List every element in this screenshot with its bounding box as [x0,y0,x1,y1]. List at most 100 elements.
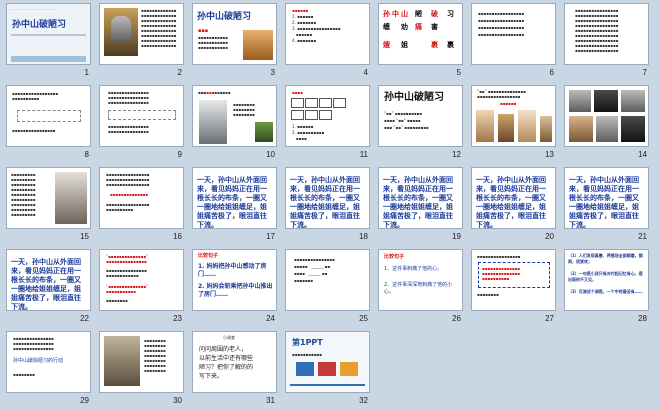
slide-title: 孙中山破陋习 [197,12,252,22]
slide-cell[interactable]: 孙中山破陋习 “▪▪” ▪▪▪▪▪▪▪▪▪▪ ▪▪▪▪ “▪▪” ▪▪▪▪▪ ▪▪▪… [378,85,463,159]
slide-cell[interactable]: 小调查 问问周围的老人， 以前生活中还有哪些 陋习？把你了解的的 写下来。 31 [192,331,277,405]
slide-title: 孙中山破陋习 [384,92,444,103]
slide-cell[interactable]: ▪▪▪▪▪▪▪▪▪▪▪▪▪▪▪▪ ▪▪▪▪▪▪▪▪▪▪▪▪▪▪ ▪▪▪▪▪▪▪▪▪… [471,249,556,323]
slide-cell[interactable]: 一天，孙中山从外面回来，看见妈妈正在用一根长长的布条，一圈又一圈地给姐姐缠足，姐… [285,167,370,241]
slide-thumbnail[interactable]: ▪▪▪▪▪▪▪▪▪▪▪▪▪▪▪▪▪▪▪▪▪▪▪▪▪▪▪▪▪▪▪▪▪▪▪▪▪▪▪▪… [99,3,184,65]
slide-cell[interactable]: 一天，孙中山从外面回来，看见妈妈正在用一根长长的布条，一圈又一圈地给姐姐缠足，姐… [378,167,463,241]
slide-cell[interactable]: ……………………………… 孙中山破陋习 1 [6,3,91,77]
slide-thumbnail[interactable]: 第1PPT ▪▪▪▪▪▪▪▪▪▪▪ [285,331,370,393]
slide-cell[interactable]: ▪▪▪▪▪▪▪▪▪▪▪▪▪▪▪▪▪▪▪▪▪▪▪▪▪▪▪▪▪▪▪▪▪▪▪▪▪▪▪▪… [471,3,556,77]
slide-cell[interactable]: ▪▪▪▪▪▪▪▪▪▪▪▪▪▪▪▪▪▪▪▪▪▪▪▪▪▪▪▪▪▪▪▪▪▪▪▪▪▪▪▪… [564,3,649,77]
slide-cell[interactable]: 孙 中 山 陋 破 习 缠 劝 痛 害 嫂 姐 裹 裹 5 [378,3,463,77]
slide-number: 24 [266,314,275,323]
slide-cell[interactable]: 第1PPT ▪▪▪▪▪▪▪▪▪▪▪ 32 [285,331,370,405]
slide-thumbnail[interactable]: 一天，孙中山从外面回来，看见妈妈正在用一根长长的布条，一圈又一圈地给姐姐缠足，姐… [6,249,91,311]
slide-number: 17 [266,232,275,241]
slide-thumbnail[interactable]: ▪▪▪▪▪▪▪▪▪▪▪▪▪▪▪ ▪▪▪▪▪ ______ ▪▪ ▪▪▪▪ _____… [285,249,370,311]
slide-thumbnail[interactable]: 一天，孙中山从外面回来，看见妈妈正在用一根长长的布条，一圈又一圈地给姐姐缠足，姐… [471,167,556,229]
slide-thumbnail[interactable]: ▪▪▪▪▪▪▪▪▪▪▪▪▪▪▪▪▪▪▪▪▪▪▪▪▪▪▪▪▪▪▪▪▪▪▪▪▪▪▪▪… [99,331,184,393]
slide-thumbnail[interactable] [564,85,649,147]
slide-thumbnail[interactable]: ▪▪▪▪▪▪▪▪▪▪▪▪▪▪▪▪▪▪▪▪▪▪▪▪▪▪▪▪▪▪▪▪▪▪▪▪▪▪▪▪… [471,3,556,65]
slide-cell[interactable]: “▪▪▪▪▪▪▪▪▪▪▪▪▪▪” ▪▪▪▪▪▪▪▪▪▪▪▪▪▪▪ ▪▪▪▪▪▪▪▪… [99,249,184,323]
slide-thumbnail[interactable]: ▪▪▪▪▪▪▪▪▪▪▪▪▪▪▪▪ ▪▪▪▪▪▪▪▪▪▪▪▪▪▪ ▪▪▪▪▪▪▪▪▪… [471,249,556,311]
slide-thumbnail[interactable]: 比较句子 1、这件事刺痛了他的心。 2、这件事深深地刺痛了他的小心。 [378,249,463,311]
slide-number: 22 [80,314,89,323]
slide-cell[interactable]: 孙中山破陋习 ▪▪▪ ▪▪▪▪▪▪▪▪▪▪▪ ▪▪▪▪▪▪▪▪▪▪▪ ▪▪▪▪▪▪▪… [192,3,277,77]
slide-cell[interactable]: ▪▪▪▪▪▪▪▪▪▪▪▪ ▪▪▪▪▪▪▪▪ ▪▪▪▪▪▪▪▪ ▪▪▪▪▪▪▪▪ 10 [192,85,277,159]
slide-cell[interactable]: （1）人们发现真善、养殖场全部都着，都同，欣赏欢； （2）一句是小孩只有对付起记… [564,249,649,323]
slide-paragraph: 一天，孙中山从外面回来，看见妈妈正在用一根长长的布条，一圈又一圈地给姐姐缠足，姐… [569,176,639,229]
slide-cell[interactable]: ▪▪▪▪▪▪▪▪▪▪▪▪▪▪▪▪▪▪▪▪▪▪▪▪▪▪▪▪▪▪▪▪▪▪▪▪▪▪▪▪… [6,331,91,405]
slide-cell[interactable]: 比较句子 1、这件事刺痛了他的心。 2、这件事深深地刺痛了他的小心。 26 [378,249,463,323]
slide-thumbnail[interactable]: ▪▪▪▪▪▪▪▪▪▪▪▪▪▪▪▪▪▪▪▪▪▪▪▪▪▪▪▪▪▪▪▪▪▪▪▪▪▪▪▪… [6,167,91,229]
slide-number: 21 [638,232,647,241]
slide-number: 13 [545,150,554,159]
slide-thumbnail[interactable]: 一天，孙中山从外面回来，看见妈妈正在用一根长长的布条，一圈又一圈地给姐姐缠足，姐… [285,167,370,229]
slide-number: 32 [359,396,368,405]
slide-title: 孙中山破陋习 [12,20,67,30]
slide-thumbnail[interactable]: “▪▪” ▪▪▪▪▪▪▪▪▪▪▪▪▪▪ ▪▪▪▪▪▪▪▪▪▪▪▪▪▪▪▪ ▪▪▪▪… [471,85,556,147]
slide-thumbnail[interactable]: 小调查 问问周围的老人， 以前生活中还有哪些 陋习？把你了解的的 写下来。 [192,331,277,393]
slide-thumbnail[interactable]: 一天，孙中山从外面回来，看见妈妈正在用一根长长的布条，一圈又一圈地给姐姐缠足，姐… [192,167,277,229]
slide-paragraph: 一天，孙中山从外面回来，看见妈妈正在用一根长长的布条，一圈又一圈地给姐姐缠足，姐… [11,258,81,311]
slide-number: 3 [270,68,275,77]
slide-number: 9 [177,150,182,159]
slide-thumbnail[interactable]: 比较句子 1. 妈妈把孙中山感动了房门…… 2. 妈妈会斩乘把孙中山推出了房门…… [192,249,277,311]
slide-number: 12 [452,150,461,159]
slide-number: 18 [359,232,368,241]
slide-thumbnail[interactable]: 一天，孙中山从外面回来，看见妈妈正在用一根长长的布条，一圈又一圈地给姐姐缠足，姐… [564,167,649,229]
slide-number: 27 [545,314,554,323]
slide-thumbnail[interactable]: ……………………………… 孙中山破陋习 [6,3,91,65]
slide-number: 16 [173,232,182,241]
slide-thumbnail[interactable]: ▪▪▪▪ 1. ▪▪▪▪▪▪ 2. ▪▪▪▪▪▪▪▪▪▪ ▪▪▪▪ [285,85,370,147]
slide-number: 7 [642,68,647,77]
slide-cell[interactable]: 一天，孙中山从外面回来，看见妈妈正在用一根长长的布条，一圈又一圈地给姐姐缠足，姐… [471,167,556,241]
slide-number: 11 [359,150,368,159]
slide-cell[interactable]: ▪▪▪▪▪▪▪▪▪▪▪▪▪▪▪▪▪▪▪▪▪▪▪▪▪▪▪▪▪▪▪▪▪▪▪▪▪▪▪▪… [99,331,184,405]
slide-cell[interactable]: ▪▪▪▪▪▪ 1. ▪▪▪▪▪▪ 2. ▪▪▪▪▪▪▪ 3. ▪▪▪▪▪▪▪▪▪▪▪… [285,3,370,77]
slide-number: 26 [452,314,461,323]
slide-cell[interactable]: 一天，孙中山从外面回来，看见妈妈正在用一根长长的布条，一圈又一圈地给姐姐缠足，姐… [192,167,277,241]
slide-thumbnail[interactable]: ▪▪▪▪▪▪▪▪▪▪▪▪▪▪▪▪▪▪▪▪▪▪▪▪▪▪▪▪▪▪▪▪▪▪▪▪▪▪▪▪… [99,167,184,229]
slide-cell[interactable]: 一天，孙中山从外面回来，看见妈妈正在用一根长长的布条，一圈又一圈地给姐姐缠足，姐… [564,167,649,241]
slide-number: 23 [173,314,182,323]
slide-number: 10 [266,150,275,159]
slide-number: 19 [452,232,461,241]
slide-thumbnail[interactable]: ▪▪▪▪▪▪▪▪▪▪▪▪▪▪▪▪▪ ▪▪▪▪▪▪▪▪▪▪ ▪▪▪▪▪▪▪▪▪▪▪▪… [6,85,91,147]
slide-cell[interactable]: 比较句子 1. 妈妈把孙中山感动了房门…… 2. 妈妈会斩乘把孙中山推出了房门…… [192,249,277,323]
slide-cell[interactable]: ▪▪▪▪▪▪▪▪▪▪▪▪▪▪▪▪▪ ▪▪▪▪▪▪▪▪▪▪ ▪▪▪▪▪▪▪▪▪▪▪▪… [6,85,91,159]
slide-cell[interactable]: ▪▪▪▪ 1. ▪▪▪▪▪▪ 2. ▪▪▪▪▪▪▪▪▪▪ ▪▪▪▪ 11 [285,85,370,159]
slide-number: 20 [545,232,554,241]
slide-number: 31 [266,396,275,405]
slide-paragraph: 一天，孙中山从外面回来，看见妈妈正在用一根长长的布条，一圈又一圈地给姐姐缠足，姐… [383,176,453,229]
slide-thumbnail[interactable]: ▪▪▪▪▪▪▪▪▪▪▪▪▪▪▪▪▪▪▪▪▪▪▪▪▪▪▪▪▪▪▪▪▪▪▪▪▪▪▪▪… [6,331,91,393]
slide-cell[interactable]: ▪▪▪▪▪▪▪▪▪▪▪▪▪▪▪▪▪▪▪▪▪▪▪▪▪▪▪▪▪▪▪▪▪▪▪▪▪▪▪▪… [99,3,184,77]
slide-paragraph: 一天，孙中山从外面回来，看见妈妈正在用一根长长的布条，一圈又一圈地给姐姐缠足，姐… [476,176,546,229]
slide-number: 14 [638,150,647,159]
slide-cell[interactable]: ▪▪▪▪▪▪▪▪▪▪▪▪▪▪▪ ▪▪▪▪▪ ______ ▪▪ ▪▪▪▪ _____… [285,249,370,323]
slide-thumbnail[interactable]: ▪▪▪▪▪▪▪▪▪▪▪▪▪▪▪▪▪▪▪▪▪▪▪▪▪▪▪▪▪▪▪▪▪▪▪▪▪▪▪▪… [99,85,184,147]
slide-number: 28 [638,314,647,323]
slide-sorter-grid: ……………………………… 孙中山破陋习 1 ▪▪▪▪▪▪▪▪▪▪▪▪▪ ▪▪▪▪▪… [6,3,649,405]
slide-thumbnail[interactable]: 一天，孙中山从外面回来，看见妈妈正在用一根长长的布条，一圈又一圈地给姐姐缠足，姐… [378,167,463,229]
slide-thumbnail[interactable]: 孙 中 山 陋 破 习 缠 劝 痛 害 嫂 姐 裹 裹 [378,3,463,65]
slide-cell[interactable]: ▪▪▪▪▪▪▪▪▪▪▪▪▪▪▪▪▪▪▪▪▪▪▪▪▪▪▪▪▪▪▪▪▪▪▪▪▪▪▪▪… [99,167,184,241]
slide-number: 4 [363,68,368,77]
slide-number: 6 [549,68,554,77]
slide-thumbnail[interactable]: ▪▪▪▪▪▪▪▪▪▪▪▪▪▪▪▪▪▪▪▪▪▪▪▪▪▪▪▪▪▪▪▪▪▪▪▪▪▪▪▪… [564,3,649,65]
slide-cell[interactable]: “▪▪” ▪▪▪▪▪▪▪▪▪▪▪▪▪▪ ▪▪▪▪▪▪▪▪▪▪▪▪▪▪▪▪ ▪▪▪▪… [471,85,556,159]
logo-text: 第1PPT [292,338,323,347]
slide-number: 5 [456,68,461,77]
slide-cell[interactable]: 一天，孙中山从外面回来，看见妈妈正在用一根长长的布条，一圈又一圈地给姐姐缠足，姐… [6,249,91,323]
slide-paragraph: 一天，孙中山从外面回来，看见妈妈正在用一根长长的布条，一圈又一圈地给姐姐缠足，姐… [197,176,267,229]
slide-thumbnail[interactable]: 孙中山破陋习 “▪▪” ▪▪▪▪▪▪▪▪▪▪ ▪▪▪▪ “▪▪” ▪▪▪▪▪ ▪▪▪… [378,85,463,147]
slide-thumbnail[interactable]: ▪▪▪▪▪▪ 1. ▪▪▪▪▪▪ 2. ▪▪▪▪▪▪▪ 3. ▪▪▪▪▪▪▪▪▪▪▪… [285,3,370,65]
slide-thumbnail[interactable]: （1）人们发现真善、养殖场全部都着，都同，欣赏欢； （2）一句是小孩只有对付起记… [564,249,649,311]
slide-thumbnail[interactable]: “▪▪▪▪▪▪▪▪▪▪▪▪▪▪” ▪▪▪▪▪▪▪▪▪▪▪▪▪▪▪ ▪▪▪▪▪▪▪▪… [99,249,184,311]
slide-thumbnail[interactable]: 孙中山破陋习 ▪▪▪ ▪▪▪▪▪▪▪▪▪▪▪ ▪▪▪▪▪▪▪▪▪▪▪ ▪▪▪▪▪▪▪… [192,3,277,65]
slide-cell[interactable]: 14 [564,85,649,159]
slide-number: 2 [177,68,182,77]
slide-thumbnail[interactable]: ▪▪▪▪▪▪▪▪▪▪▪▪ ▪▪▪▪▪▪▪▪ ▪▪▪▪▪▪▪▪ ▪▪▪▪▪▪▪▪ [192,85,277,147]
slide-cell[interactable]: ▪▪▪▪▪▪▪▪▪▪▪▪▪▪▪▪▪▪▪▪▪▪▪▪▪▪▪▪▪▪▪▪▪▪▪▪▪▪▪▪… [99,85,184,159]
slide-cell[interactable]: ▪▪▪▪▪▪▪▪▪▪▪▪▪▪▪▪▪▪▪▪▪▪▪▪▪▪▪▪▪▪▪▪▪▪▪▪▪▪▪▪… [6,167,91,241]
